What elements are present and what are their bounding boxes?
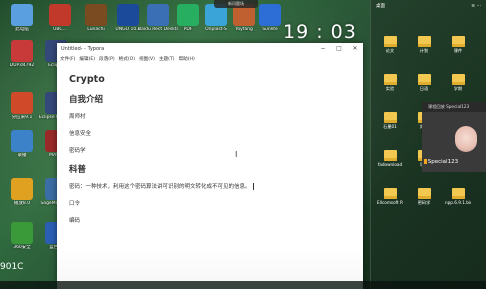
ibeam-cursor-icon: I xyxy=(235,150,238,159)
menu-view[interactable]: 视图(V) xyxy=(139,56,155,62)
text-cursor xyxy=(252,183,254,190)
app-icon xyxy=(11,130,33,152)
menu-edit[interactable]: 编辑(E) xyxy=(79,56,95,62)
desktop-icon-label: 此电脑 xyxy=(15,27,29,32)
app-icon xyxy=(11,4,33,26)
minimize-button[interactable]: − xyxy=(315,45,331,52)
folder-icon xyxy=(451,188,465,199)
folder-icon xyxy=(383,112,397,123)
desktop-icon-label: UBC... xyxy=(53,27,67,32)
folder-label: 计划 xyxy=(419,48,429,53)
menu-file[interactable]: 文件(F) xyxy=(60,56,75,62)
document-editor[interactable]: Crypto 自我介绍 周师村 信息安全 密码学 科普 密码：一种技术，利用这个… xyxy=(57,63,363,240)
panel-title: 桌面 xyxy=(376,4,385,9)
app-icon xyxy=(117,4,139,26)
doc-line: 信息安全 xyxy=(69,131,92,137)
app-icon xyxy=(259,4,281,26)
app-icon xyxy=(11,178,33,200)
app-icon xyxy=(11,40,33,62)
folder-label: Ellcomsoft Passwore... xyxy=(377,200,403,205)
live-username-text: Special123 xyxy=(427,159,459,165)
live-header: 课程回放 Special123 xyxy=(422,102,486,112)
panel-header: 桌面 ≡ ⋯ xyxy=(371,0,486,12)
folder-label: 密码学 xyxy=(417,200,431,205)
folder-icon xyxy=(383,74,397,85)
folder-icon xyxy=(417,74,431,85)
app-icon xyxy=(147,4,169,26)
folder-item[interactable]: 实验 xyxy=(377,74,403,91)
folder-icon xyxy=(417,188,431,199)
menu-bar: 文件(F) 编辑(E) 段落(P) 格式(O) 视图(V) 主题(T) 帮助(H… xyxy=(57,54,363,63)
panel-menu-icon[interactable]: ≡ ⋯ xyxy=(471,4,481,9)
menu-theme[interactable]: 主题(T) xyxy=(159,56,175,62)
folder-item[interactable]: 课件 xyxy=(445,36,471,53)
folder-label: 论文 xyxy=(385,48,395,53)
app-icon xyxy=(11,222,33,244)
desktop-icon[interactable]: UBC... xyxy=(40,4,80,32)
desktop-icon[interactable]: 此电脑 xyxy=(2,4,42,32)
app-icon xyxy=(85,4,107,26)
maximize-button[interactable]: □ xyxy=(331,45,347,52)
desktop-clock: 19 : 03 xyxy=(283,21,357,43)
folder-icon xyxy=(383,36,397,47)
left-edge-number: 901C xyxy=(0,262,24,272)
window-title: Untitled- - Typora xyxy=(61,45,105,52)
folder-label: 石墨01 xyxy=(383,124,397,129)
app-icon xyxy=(11,92,33,114)
close-button[interactable]: ✕ xyxy=(347,45,363,52)
doc-line: 编码 xyxy=(69,218,81,224)
folder-item[interactable]: fadownload xyxy=(377,150,403,167)
doc-paragraph: 密码：一种技术，利用这个密码算法讲可识别的明文转化成不可见的信息。 xyxy=(69,182,351,190)
doc-line: 口令 xyxy=(69,201,81,207)
live-username: Special123 xyxy=(426,159,458,165)
folder-item[interactable]: npp.6.9.1.bin xyxy=(445,188,471,205)
folder-icon xyxy=(417,36,431,47)
taskbar[interactable] xyxy=(0,281,486,289)
doc-paragraph-text: 密码：一种技术，利用这个密码算法讲可识别的明文转化成不可见的信息。 xyxy=(69,184,251,190)
folder-icon xyxy=(383,150,397,161)
folder-item[interactable]: 石墨01 xyxy=(377,112,403,129)
top-mini-bar-label: 新问题场 xyxy=(228,1,244,6)
doc-heading-intro: 自我介绍 xyxy=(69,95,104,105)
menu-help[interactable]: 帮助(H) xyxy=(179,56,195,62)
webcam-avatar xyxy=(455,126,477,152)
folder-item[interactable]: 日语 xyxy=(411,74,437,91)
folder-label: 学期 xyxy=(453,86,463,91)
typora-window[interactable]: Untitled- - Typora − □ ✕ 文件(F) 编辑(E) 段落(… xyxy=(57,43,363,289)
folder-label: 实验 xyxy=(385,86,395,91)
folder-icon xyxy=(383,188,397,199)
folder-item[interactable]: 学期 xyxy=(445,74,471,91)
top-mini-bar[interactable]: 新问题场 xyxy=(214,0,258,8)
doc-line: 周师村 xyxy=(69,114,86,120)
folder-icon xyxy=(451,74,465,85)
folder-item[interactable]: 论文 xyxy=(377,36,403,53)
folder-icon xyxy=(451,36,465,47)
doc-line: 密码学 xyxy=(69,148,86,154)
folder-label: fadownload xyxy=(377,162,403,167)
window-titlebar[interactable]: Untitled- - Typora − □ ✕ xyxy=(57,43,363,54)
doc-heading-1: Crypto xyxy=(69,74,105,85)
folder-item[interactable]: Ellcomsoft Passwore... xyxy=(377,188,403,205)
menu-format[interactable]: 格式(O) xyxy=(119,56,135,62)
folder-label: 课件 xyxy=(453,48,463,53)
doc-heading-science: 科普 xyxy=(69,165,87,175)
live-video-widget[interactable]: 课程回放 Special123 Special123 xyxy=(422,102,486,172)
folder-item[interactable]: 密码学 xyxy=(411,188,437,205)
folder-label: npp.6.9.1.bin xyxy=(445,200,471,205)
folder-label: 日语 xyxy=(419,86,429,91)
menu-paragraph[interactable]: 段落(P) xyxy=(99,56,115,62)
app-icon xyxy=(49,4,71,26)
folder-item[interactable]: 计划 xyxy=(411,36,437,53)
